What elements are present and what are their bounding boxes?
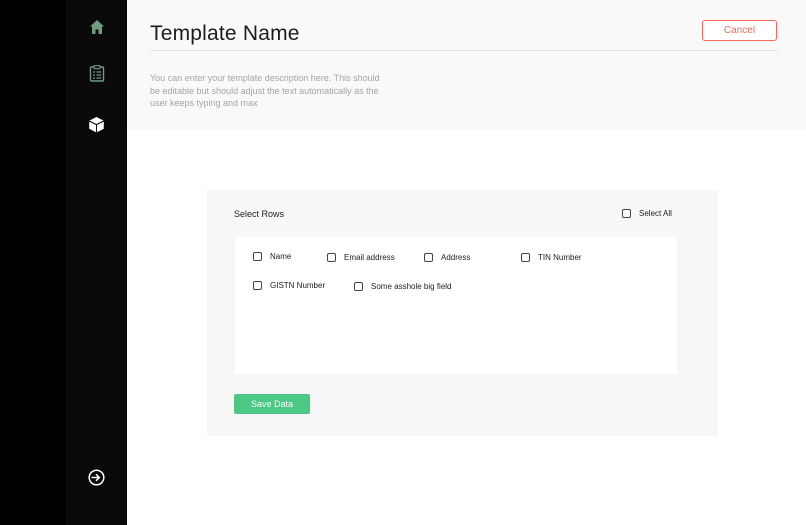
- field-checkbox-tin[interactable]: TIN Number: [521, 253, 582, 262]
- checkbox-box[interactable]: [521, 253, 530, 262]
- fields-list: Name Email address Address TIN Number GI…: [235, 237, 677, 374]
- field-label: TIN Number: [538, 253, 582, 262]
- select-all-checkbox[interactable]: Select All: [622, 209, 672, 218]
- save-data-button[interactable]: Save Data: [234, 394, 310, 414]
- template-header: Template Name Cancel You can enter your …: [127, 0, 806, 130]
- outer-strip: [0, 0, 66, 525]
- field-label: Email address: [344, 253, 395, 262]
- field-label: Address: [441, 253, 471, 262]
- field-label: Name: [270, 252, 292, 261]
- field-checkbox-name[interactable]: Name: [253, 252, 291, 261]
- select-rows-panel: Select Rows Select All Name Email addres…: [207, 190, 718, 436]
- field-label: GISTN Number: [270, 281, 326, 290]
- field-checkbox-email[interactable]: Email address: [327, 253, 395, 262]
- field-label: Some asshole big field: [371, 282, 452, 291]
- template-description[interactable]: You can enter your template description …: [150, 72, 380, 110]
- checkbox-box[interactable]: [622, 209, 631, 218]
- field-checkbox-address[interactable]: Address: [424, 253, 470, 262]
- home-icon: [89, 20, 104, 34]
- field-checkbox-big-field[interactable]: Some asshole big field: [354, 282, 452, 291]
- select-all-label: Select All: [639, 209, 672, 218]
- cancel-button[interactable]: Cancel: [702, 20, 777, 41]
- field-checkbox-gistn[interactable]: GISTN Number: [253, 281, 325, 290]
- checkbox-box[interactable]: [253, 252, 262, 261]
- page-title[interactable]: Template Name: [150, 22, 300, 46]
- nav-templates[interactable]: [66, 58, 127, 88]
- cube-icon: [89, 116, 104, 132]
- nav-home[interactable]: [66, 12, 127, 42]
- sidebar: [66, 0, 127, 525]
- logout-button[interactable]: [66, 462, 127, 492]
- checkbox-box[interactable]: [424, 253, 433, 262]
- checkbox-box[interactable]: [253, 281, 262, 290]
- logout-icon: [88, 468, 105, 486]
- panel-title: Select Rows: [234, 209, 285, 219]
- clipboard-list-icon: [89, 64, 104, 82]
- title-divider: [150, 50, 778, 51]
- checkbox-box[interactable]: [327, 253, 336, 262]
- nav-products[interactable]: [66, 109, 127, 139]
- checkbox-box[interactable]: [354, 282, 363, 291]
